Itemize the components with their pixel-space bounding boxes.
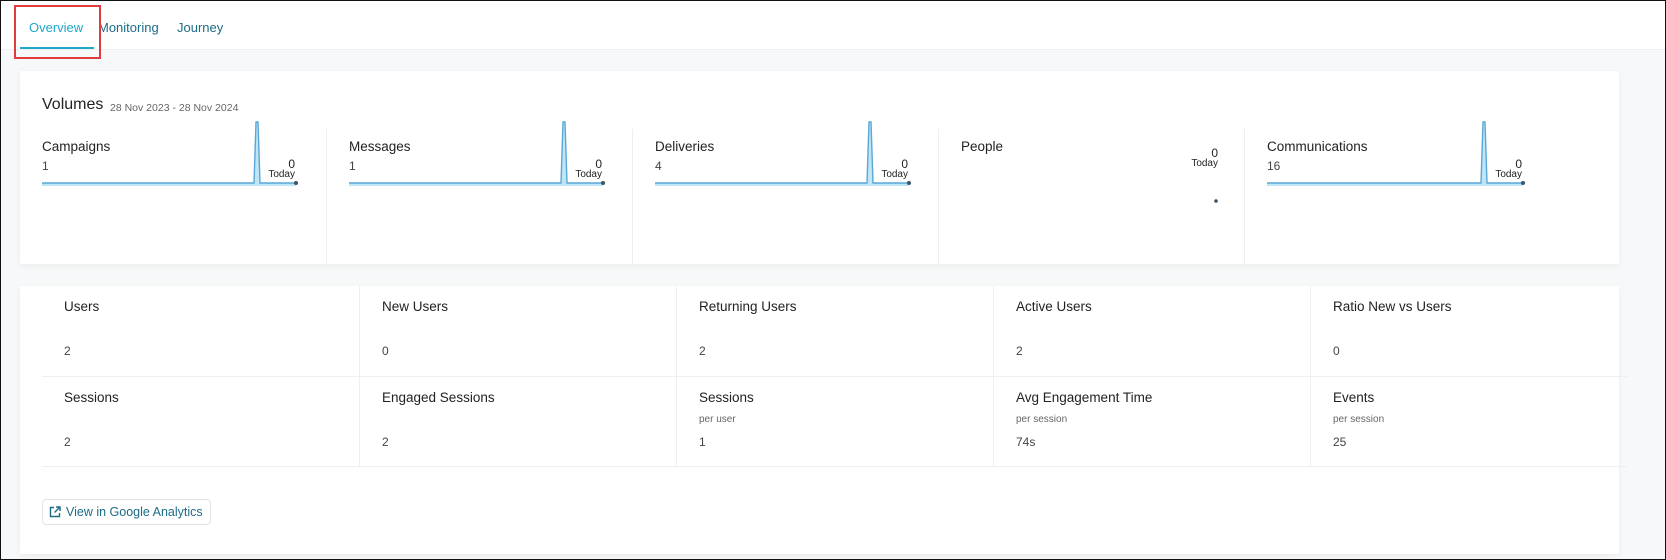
volume-sparkline	[42, 121, 298, 186]
metric-value: 25	[1333, 435, 1347, 449]
active-tab-indicator	[20, 47, 94, 49]
metric-new-users: New Users 0	[359, 286, 677, 376]
metric-value: 2	[64, 435, 71, 449]
volume-cell-deliveries: Deliveries 4 0 Today	[632, 121, 958, 264]
analytics-card: Users 2 New Users 0 Returning Users 2 Ac…	[20, 286, 1628, 554]
volume-cell-people: People 0 Today	[938, 129, 1264, 264]
metric-events-per-session: Events per session 25	[1310, 376, 1628, 467]
metric-returning-users: Returning Users 2	[676, 286, 994, 376]
metric-value: 74s	[1016, 435, 1036, 449]
metric-label: Users	[64, 299, 100, 314]
metric-avg-engagement-time: Avg Engagement Time per session 74s	[993, 376, 1311, 467]
volume-sparkline	[655, 121, 911, 186]
tab-bar: Overview Monitoring Journey	[1, 1, 1665, 50]
metric-value: 2	[699, 344, 706, 358]
metric-label: Sessions	[699, 390, 754, 405]
volume-cell-campaigns: Campaigns 1 0 Today	[20, 121, 345, 264]
metric-users: Users 2	[42, 286, 359, 376]
metric-value: 1	[699, 435, 706, 449]
metric-label: Active Users	[1016, 299, 1092, 314]
volume-sparkline	[349, 121, 605, 186]
sparkline-end-dot	[601, 181, 605, 185]
view-in-google-analytics-button[interactable]: View in Google Analytics	[42, 499, 211, 525]
sparkline-end-dot	[1214, 199, 1218, 203]
metric-engaged-sessions: Engaged Sessions 2	[359, 376, 677, 467]
grid-bottom-divider	[42, 466, 1627, 467]
metric-label: New Users	[382, 299, 449, 314]
tab-journey[interactable]: Journey	[177, 20, 223, 35]
volume-sparkline	[1214, 199, 1218, 203]
metric-label: Sessions	[64, 390, 119, 405]
metric-value: 2	[1016, 344, 1023, 358]
sparkline-area	[1267, 122, 1523, 186]
sparkline-end-dot	[1521, 181, 1525, 185]
metric-label: Engaged Sessions	[382, 390, 495, 405]
external-link-icon	[49, 506, 61, 518]
metric-sublabel: per session	[1333, 414, 1385, 425]
metric-ratio-new-vs-users: Ratio New vs Users 0	[1310, 286, 1628, 376]
metric-sessions: Sessions 2	[42, 376, 359, 467]
metric-sublabel: per user	[699, 414, 736, 425]
tab-monitoring[interactable]: Monitoring	[98, 20, 159, 35]
volumes-date-range: 28 Nov 2023 - 28 Nov 2024	[110, 102, 239, 114]
volumes-card: Volumes 28 Nov 2023 - 28 Nov 2024 Campai…	[20, 71, 1619, 264]
volume-sparkline	[1267, 121, 1525, 186]
metric-sublabel: per session	[1016, 414, 1068, 425]
metric-sessions-per-user: Sessions per user 1	[676, 376, 994, 467]
volume-cell-communications: Communications 16 0 Today	[1244, 121, 1570, 264]
sparkline-end-dot	[907, 181, 911, 185]
volume-cell-messages: Messages 1 0 Today	[326, 121, 652, 264]
ga-button-label: View in Google Analytics	[66, 505, 203, 519]
metric-value: 2	[64, 344, 71, 358]
metric-label: Ratio New vs Users	[1333, 299, 1452, 314]
metric-label: Returning Users	[699, 299, 797, 314]
tab-overview[interactable]: Overview	[29, 20, 83, 35]
volumes-title: Volumes	[42, 96, 104, 113]
metric-value: 0	[382, 344, 389, 358]
metric-label: Events	[1333, 390, 1375, 405]
metric-label: Avg Engagement Time	[1016, 390, 1153, 405]
sparkline-end-dot	[294, 181, 298, 185]
metric-value: 0	[1333, 344, 1340, 358]
metric-value: 2	[382, 435, 389, 449]
metric-active-users: Active Users 2	[993, 286, 1311, 376]
